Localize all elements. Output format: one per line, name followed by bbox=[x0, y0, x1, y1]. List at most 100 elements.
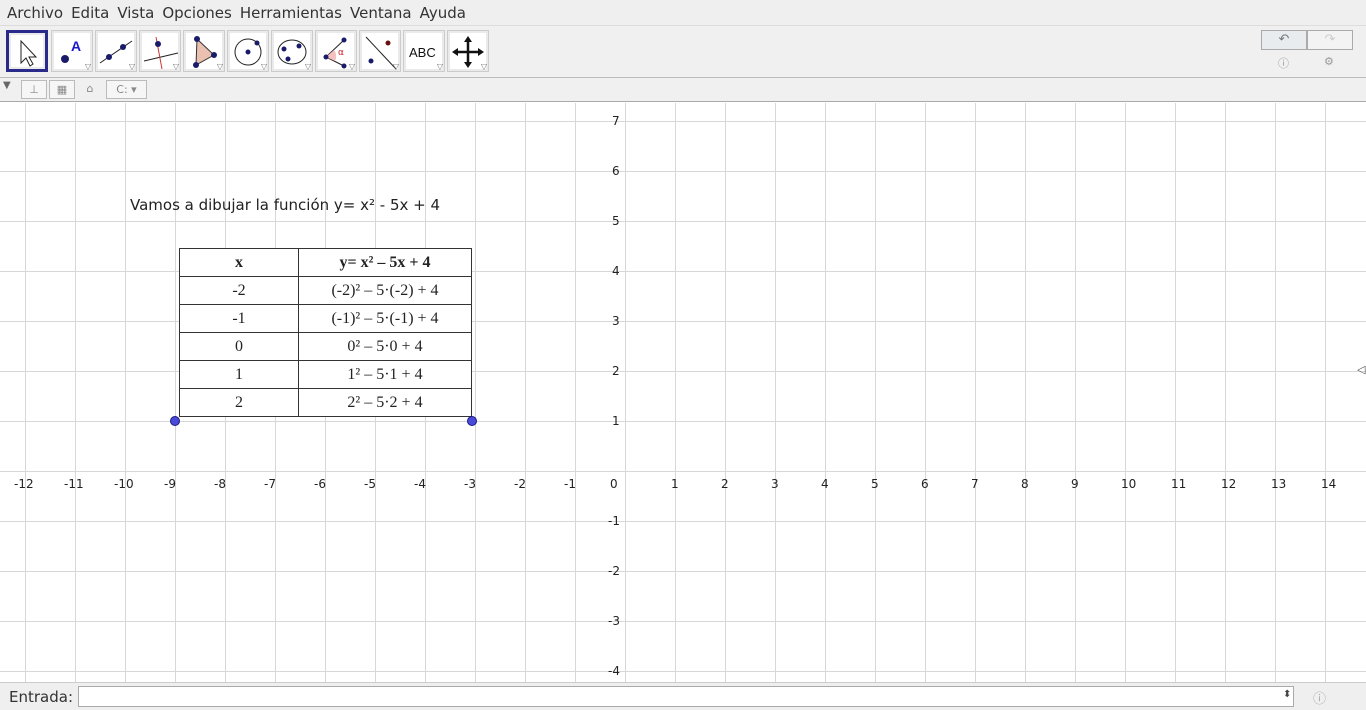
y-tick-label: 2 bbox=[612, 364, 620, 378]
grid-line bbox=[1275, 103, 1276, 682]
svg-text:α: α bbox=[338, 48, 344, 58]
show-grid-button[interactable]: ▦ bbox=[49, 80, 75, 99]
point-capture-dropdown[interactable]: C: ▾ bbox=[106, 80, 147, 99]
menu-ayuda[interactable]: Ayuda bbox=[416, 4, 470, 22]
y-cell: 1² – 5·1 + 4 bbox=[298, 360, 472, 389]
graphics-view[interactable]: Vamos a dibujar la función y= x² - 5x + … bbox=[0, 103, 1366, 682]
show-axes-button[interactable]: ⊥ bbox=[21, 80, 47, 99]
polygon-tool[interactable]: ▽ bbox=[183, 30, 225, 72]
x-tick-label: 14 bbox=[1321, 477, 1337, 491]
x-tick-label: -2 bbox=[514, 477, 526, 491]
reflect-tool[interactable]: ▽ bbox=[359, 30, 401, 72]
move-tool[interactable] bbox=[6, 30, 48, 72]
y-tick-label: -2 bbox=[608, 564, 620, 578]
arrow-cursor-icon bbox=[20, 39, 38, 67]
x-tick-label: 7 bbox=[971, 477, 979, 491]
x-tick-label: 8 bbox=[1021, 477, 1029, 491]
y-cell: 0² – 5·0 + 4 bbox=[298, 332, 472, 361]
grid-line bbox=[975, 103, 976, 682]
y-tick-label: -1 bbox=[608, 514, 620, 528]
x-tick-label: 3 bbox=[771, 477, 779, 491]
y-tick-label: 4 bbox=[612, 264, 620, 278]
grid-line bbox=[1175, 103, 1176, 682]
x-tick-label: 0 bbox=[610, 477, 618, 491]
y-tick-label: 1 bbox=[612, 414, 620, 428]
x-tick-label: 13 bbox=[1271, 477, 1287, 491]
menu-vista[interactable]: Vista bbox=[113, 4, 158, 22]
grid-line bbox=[725, 103, 726, 682]
menu-ventana[interactable]: Ventana bbox=[346, 4, 416, 22]
x-tick-label: -6 bbox=[314, 477, 326, 491]
menu-archivo[interactable]: Archivo bbox=[3, 4, 67, 22]
x-tick-label: -9 bbox=[164, 477, 176, 491]
input-history-icon[interactable]: ⬍ bbox=[1283, 689, 1291, 700]
home-button[interactable]: ⌂ bbox=[80, 80, 100, 99]
grid-icon: ▦ bbox=[56, 83, 68, 96]
move-graphics-tool[interactable]: ▽ bbox=[447, 30, 489, 72]
input-help-icon[interactable]: ⓘ bbox=[1313, 688, 1326, 707]
x-tick-label: 5 bbox=[871, 477, 879, 491]
axes-icon: ⊥ bbox=[29, 83, 39, 96]
values-table[interactable]: x y= x² – 5x + 4 -2 (-2)² – 5·(-2) + 4 -1 (-1… bbox=[179, 248, 472, 417]
toolbar: A ▽ ▽ ▽ ▽ ▽ ▽ α ▽ ▽ ABC ▽ ▽ ↶ ↷ ⓘ ⚙ bbox=[0, 25, 1366, 78]
settings-gear-icon[interactable]: ⚙ bbox=[1324, 55, 1334, 68]
y-cell: (-2)² – 5·(-2) + 4 bbox=[298, 276, 472, 305]
y-cell: (-1)² – 5·(-1) + 4 bbox=[298, 304, 472, 333]
table-row: -1 (-1)² – 5·(-1) + 4 bbox=[179, 304, 472, 333]
grid-line bbox=[875, 103, 876, 682]
angle-tool[interactable]: α ▽ bbox=[315, 30, 357, 72]
toggle-stylebar-icon[interactable]: ▼ bbox=[3, 80, 11, 91]
grid-line bbox=[825, 103, 826, 682]
y-tick-label: -4 bbox=[608, 664, 620, 678]
grid-line bbox=[775, 103, 776, 682]
input-field[interactable] bbox=[78, 686, 1294, 707]
x-tick-label: -10 bbox=[114, 477, 134, 491]
x-tick-label: 9 bbox=[1071, 477, 1079, 491]
grid-line bbox=[0, 171, 1366, 172]
menu-opciones[interactable]: Opciones bbox=[158, 4, 235, 22]
perpendicular-tool[interactable]: ▽ bbox=[139, 30, 181, 72]
caption-text[interactable]: Vamos a dibujar la función y= x² - 5x + … bbox=[130, 196, 440, 214]
grid-line bbox=[0, 421, 1366, 422]
circle-tool[interactable]: ▽ bbox=[227, 30, 269, 72]
style-bar: ▼ ⊥ ▦ ⌂ C: ▾ bbox=[0, 78, 1366, 102]
y-cell: y= x² – 5x + 4 bbox=[298, 248, 472, 277]
collapse-panel-icon[interactable]: ◁ bbox=[1357, 363, 1365, 376]
x-cell: x bbox=[179, 248, 299, 277]
undo-button[interactable]: ↶ bbox=[1261, 30, 1307, 50]
menu-herramientas[interactable]: Herramientas bbox=[236, 4, 346, 22]
table-header-row: x y= x² – 5x + 4 bbox=[179, 248, 472, 277]
grid-line bbox=[125, 103, 126, 682]
menu-edita[interactable]: Edita bbox=[67, 4, 113, 22]
x-cell: 1 bbox=[179, 360, 299, 389]
table-row: 0 0² – 5·0 + 4 bbox=[179, 332, 472, 361]
grid-line bbox=[475, 103, 476, 682]
x-tick-label: -1 bbox=[564, 477, 576, 491]
table-corner-point[interactable] bbox=[170, 416, 180, 426]
x-tick-label: 10 bbox=[1121, 477, 1137, 491]
table-row: 1 1² – 5·1 + 4 bbox=[179, 360, 472, 389]
grid-line bbox=[925, 103, 926, 682]
line-tool[interactable]: ▽ bbox=[95, 30, 137, 72]
conic-tool[interactable]: ▽ bbox=[271, 30, 313, 72]
x-tick-label: -12 bbox=[14, 477, 34, 491]
redo-button[interactable]: ↷ bbox=[1307, 30, 1353, 50]
point-tool[interactable]: A ▽ bbox=[51, 30, 93, 72]
x-tick-label: 4 bbox=[821, 477, 829, 491]
table-corner-point[interactable] bbox=[467, 416, 477, 426]
grid-line bbox=[1225, 103, 1226, 682]
text-tool[interactable]: ABC ▽ bbox=[403, 30, 445, 72]
table-row: -2 (-2)² – 5·(-2) + 4 bbox=[179, 276, 472, 305]
x-tick-label: -11 bbox=[64, 477, 84, 491]
grid-line bbox=[25, 103, 26, 682]
help-icon[interactable]: ⓘ bbox=[1278, 55, 1289, 71]
grid-line bbox=[75, 103, 76, 682]
grid-line bbox=[625, 103, 626, 682]
grid-line bbox=[675, 103, 676, 682]
x-cell: 0 bbox=[179, 332, 299, 361]
grid-line bbox=[575, 103, 576, 682]
grid-line bbox=[0, 471, 1366, 472]
grid-line bbox=[0, 521, 1366, 522]
x-tick-label: 6 bbox=[921, 477, 929, 491]
y-cell: 2² – 5·2 + 4 bbox=[298, 388, 472, 417]
